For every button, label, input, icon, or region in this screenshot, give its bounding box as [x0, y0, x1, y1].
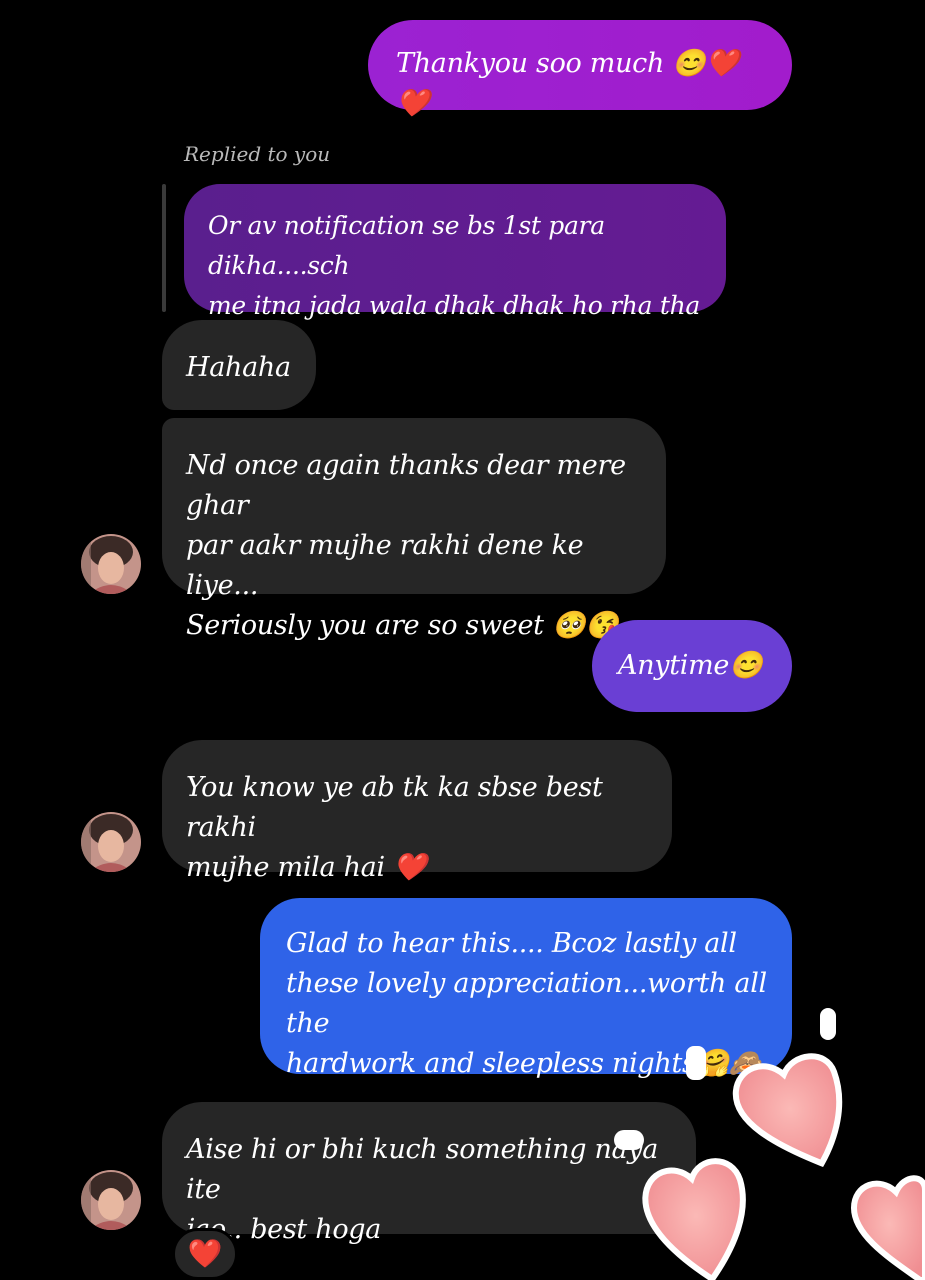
- received-message-bubble[interactable]: Hahaha: [162, 320, 316, 410]
- replied-message-bubble[interactable]: Or av notification se bs 1st para dikha.…: [184, 184, 726, 360]
- avatar-icon: [81, 534, 141, 594]
- avatar[interactable]: [81, 812, 141, 872]
- sent-message-bubble[interactable]: Thankyou soo much 😊❤️❤️: [368, 20, 792, 119]
- avatar-icon: [81, 812, 141, 872]
- message-text: Thankyou soo much 😊❤️❤️: [396, 48, 739, 119]
- sent-message-bubble[interactable]: Glad to hear this.... Bcoz lastly all th…: [260, 898, 792, 1079]
- received-message-bubble[interactable]: You know ye ab tk ka sbse best rakhi muj…: [162, 740, 672, 883]
- received-message-bubble[interactable]: Aise hi or bhi kuch something naya ite j…: [162, 1102, 696, 1245]
- avatar[interactable]: [81, 534, 141, 594]
- heart-icon: ❤️: [187, 1237, 223, 1270]
- received-message-bubble[interactable]: Nd once again thanks dear mere ghar par …: [162, 418, 666, 641]
- sent-message-bubble[interactable]: Anytime😊: [592, 620, 792, 712]
- message-text: Anytime😊: [618, 650, 763, 681]
- message-text: Hahaha: [186, 352, 291, 383]
- message-text: Aise hi or bhi kuch something naya ite j…: [186, 1134, 658, 1245]
- reply-indicator-bar: [162, 184, 166, 312]
- heart-reaction[interactable]: ❤️: [172, 1228, 238, 1280]
- message-text: Nd once again thanks dear mere ghar par …: [186, 450, 626, 641]
- sparkle-dot: [820, 1008, 836, 1040]
- avatar[interactable]: [81, 1170, 141, 1230]
- message-text: You know ye ab tk ka sbse best rakhi muj…: [186, 772, 603, 883]
- avatar-icon: [81, 1170, 141, 1230]
- reply-label: Replied to you: [184, 142, 331, 166]
- pink-hearts-sticker-icon: [642, 1053, 925, 1280]
